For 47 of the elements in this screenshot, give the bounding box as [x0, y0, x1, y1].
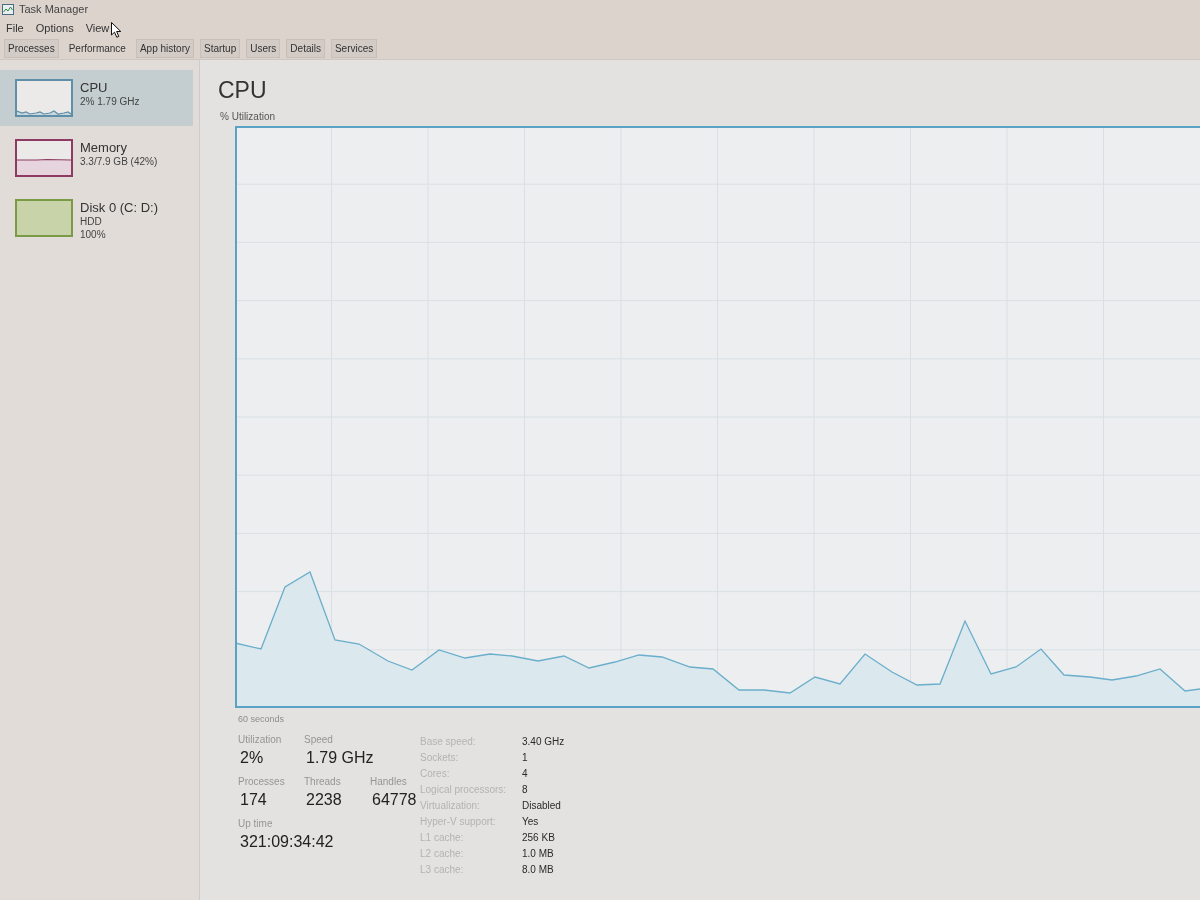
stat-label: Processes: [238, 775, 285, 789]
spec-value: 4: [522, 767, 529, 779]
tab[interactable]: App history: [135, 39, 194, 58]
spec-value: 256 KB: [522, 831, 556, 843]
spec-value: Disabled: [522, 799, 562, 811]
menu-item[interactable]: View: [79, 20, 116, 36]
resource-name: Disk 0 (C: D:): [80, 200, 158, 215]
tab[interactable]: Details: [286, 39, 325, 58]
resource-name: CPU: [80, 80, 109, 95]
tab[interactable]: Startup: [199, 39, 241, 58]
stat-label: Handles: [370, 775, 407, 789]
stat-label: Speed: [304, 733, 333, 747]
app-icon: [2, 3, 14, 15]
resource-detail: HDD: [80, 215, 103, 228]
window-title: Task Manager: [19, 3, 89, 15]
sidebar-item[interactable]: Disk 0 (C: D:) HDD 100%: [0, 190, 193, 249]
stat-label: Threads: [304, 775, 341, 789]
spec-value: Yes: [522, 815, 540, 827]
sidebar-item[interactable]: Memory 3.3/7.9 GB (42%): [0, 130, 193, 186]
tab[interactable]: Services: [330, 39, 378, 58]
stat-label: Utilization: [238, 733, 282, 747]
spec-value: 3.40 GHz: [522, 735, 565, 747]
resource-detail: 100%: [80, 228, 107, 241]
resource-detail: 3.3/7.9 GB (42%): [80, 155, 158, 168]
menu-item[interactable]: File: [0, 20, 30, 36]
spec-value: 8.0 MB: [522, 863, 555, 875]
menu-item[interactable]: Options: [29, 20, 80, 36]
tab[interactable]: Performance: [64, 39, 130, 58]
stat-value: 64778: [371, 790, 417, 810]
stat-value: 174: [239, 790, 267, 810]
tab[interactable]: Users: [246, 39, 281, 58]
spec-value: 8: [522, 783, 529, 795]
spec-value: 1: [522, 751, 529, 763]
resource-name: Memory: [80, 140, 128, 155]
axis-label: % Utilization: [220, 110, 277, 123]
tab[interactable]: Processes: [4, 39, 59, 58]
stat-value: 2238: [305, 790, 342, 810]
stat-value: 2%: [239, 748, 264, 768]
mouse-pointer-icon: [111, 22, 123, 38]
panel-title: CPU: [218, 77, 268, 103]
spec-value: 1.0 MB: [522, 847, 555, 859]
sidebar-item[interactable]: CPU 2% 1.79 GHz: [0, 70, 193, 126]
resource-detail: 2% 1.79 GHz: [80, 95, 140, 108]
time-span-label: 60 seconds: [238, 713, 286, 725]
stat-label: Up time: [238, 817, 273, 831]
stat-value: 1.79 GHz: [305, 748, 374, 768]
stat-value: 321:09:34:42: [239, 832, 334, 852]
